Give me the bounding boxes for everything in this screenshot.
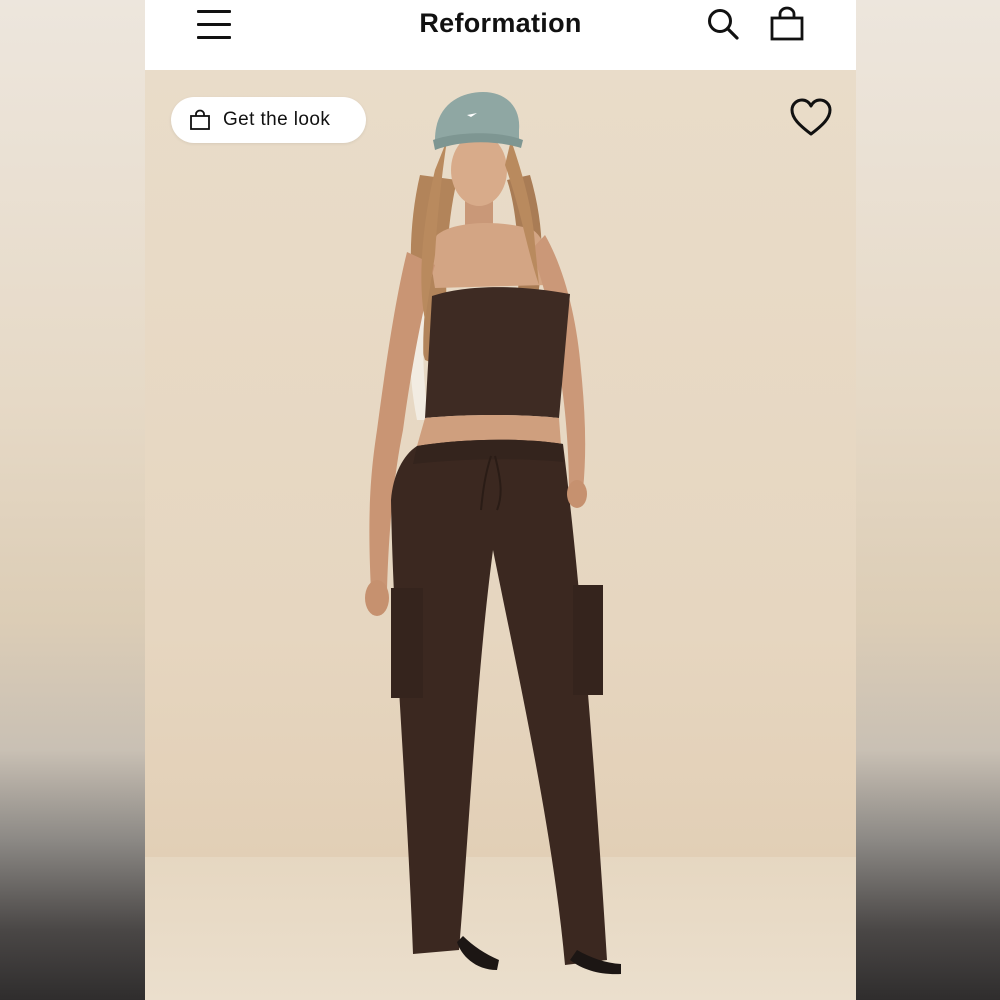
get-the-look-button[interactable]: Get the look xyxy=(171,97,366,143)
right-backdrop xyxy=(856,0,1000,1000)
get-the-look-label: Get the look xyxy=(223,109,331,130)
top-navigation-bar: Reformation xyxy=(145,0,856,70)
heart-icon[interactable] xyxy=(789,98,833,138)
brand-logo[interactable]: Reformation xyxy=(145,8,856,39)
left-backdrop xyxy=(0,0,145,1000)
model-photo xyxy=(365,92,621,975)
app-screen: Reformation Get the look xyxy=(145,0,856,1000)
search-icon[interactable] xyxy=(705,6,741,42)
shopping-bag-icon[interactable] xyxy=(769,6,805,42)
product-hero-image[interactable]: Get the look xyxy=(145,70,856,1000)
shopping-bag-icon xyxy=(190,109,210,130)
